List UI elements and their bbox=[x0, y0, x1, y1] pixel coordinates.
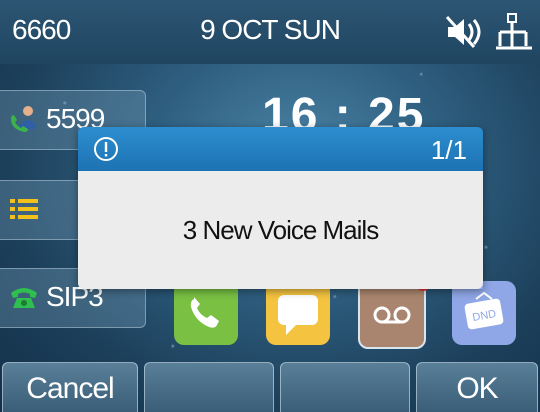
voicemail-notification-dialog: 1/1 3 New Voice Mails bbox=[78, 127, 483, 289]
telephone-icon bbox=[11, 288, 37, 308]
dnd-app-icon[interactable]: DND bbox=[452, 281, 516, 345]
softkey-bar: Cancel OK bbox=[0, 362, 540, 412]
messages-app-icon[interactable] bbox=[266, 281, 330, 345]
speaker-muted-icon bbox=[445, 15, 481, 49]
dialog-counter: 1/1 bbox=[430, 135, 467, 165]
network-icon bbox=[496, 13, 532, 50]
softkey-3[interactable] bbox=[280, 362, 410, 412]
softkey-2[interactable] bbox=[144, 362, 274, 412]
info-icon bbox=[94, 137, 118, 161]
contact-phone-icon bbox=[11, 106, 36, 132]
phone-app-icon[interactable] bbox=[174, 281, 238, 345]
menu-list-icon bbox=[10, 199, 38, 219]
cancel-softkey[interactable]: Cancel bbox=[2, 362, 138, 412]
status-bar: 6660 9 OCT SUN bbox=[0, 0, 540, 64]
ok-softkey[interactable]: OK bbox=[416, 362, 538, 412]
phone-screen: 6660 9 OCT SUN 5599 SIP3 16: 25 DND 1/1… bbox=[0, 0, 540, 412]
dialog-body: 3 New Voice Mails bbox=[78, 171, 483, 289]
dialog-message: 3 New Voice Mails bbox=[182, 215, 379, 245]
voicemail-app-icon[interactable] bbox=[358, 277, 430, 349]
dialog-header: 1/1 bbox=[78, 127, 483, 171]
status-icons bbox=[444, 12, 534, 52]
